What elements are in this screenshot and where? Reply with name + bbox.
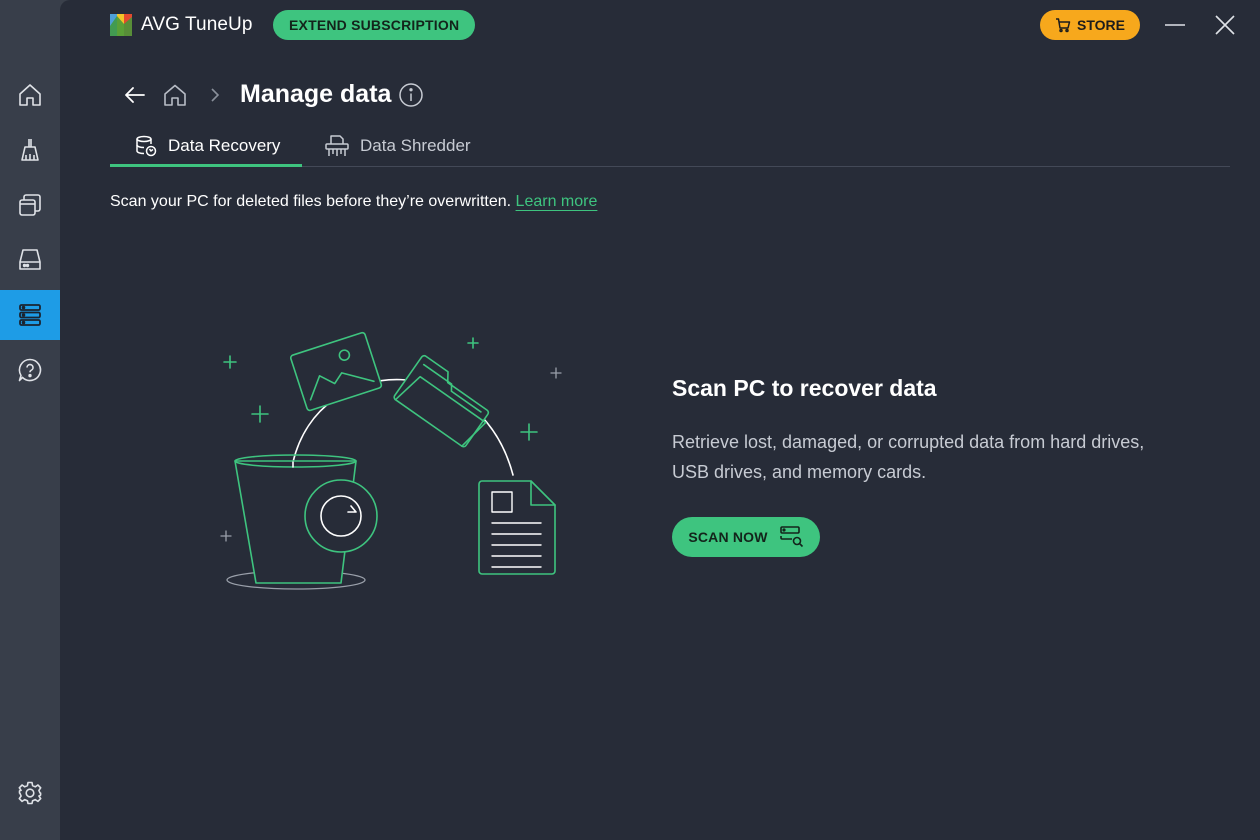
tab-label: Data Recovery [168,136,281,155]
sidebar-item-help[interactable] [0,345,60,395]
learn-more-link[interactable]: Learn more [516,193,598,210]
sidebar-item-home[interactable] [0,70,60,120]
app-title: AVG TuneUp [141,14,253,35]
database-icon [19,304,41,326]
main-panel: AVG TuneUp EXTEND SUBSCRIPTION STORE Man… [60,0,1260,840]
description: Scan your PC for deleted files before th… [110,193,597,211]
tab-data-shredder[interactable]: Data Shredder [324,124,471,168]
cta-heading: Scan PC to recover data [672,375,937,401]
windows-stack-icon [19,194,41,216]
shredder-icon [325,135,349,156]
scan-now-label: SCAN NOW [688,529,768,545]
description-text: Scan your PC for deleted files before th… [110,193,512,210]
sidebar [0,0,60,840]
data-recovery-illustration [220,331,562,590]
minimize-icon[interactable] [1162,12,1188,38]
tab-data-recovery[interactable]: Data Recovery [134,124,280,168]
sidebar-item-settings[interactable] [0,768,60,818]
cart-icon [1056,18,1071,33]
drive-icon [19,249,41,270]
scan-now-button[interactable]: SCAN NOW [672,517,820,557]
tab-label: Data Shredder [360,136,471,155]
sidebar-item-apps[interactable] [0,180,60,230]
store-label: STORE [1077,17,1125,33]
avg-logo [110,14,132,36]
home-icon[interactable] [162,82,188,108]
cta-description: Retrieve lost, damaged, or corrupted dat… [672,432,1145,482]
title-bar: AVG TuneUp EXTEND SUBSCRIPTION STORE [60,0,1260,50]
tab-bar: Data Recovery Data Shredder [110,124,1230,168]
page-title: Manage data [240,80,392,108]
sidebar-item-manage-data[interactable] [0,290,60,340]
active-tab-indicator [110,164,302,167]
gear-icon [18,781,42,805]
sidebar-item-cleanup[interactable] [0,125,60,175]
sidebar-item-drives[interactable] [0,235,60,285]
scan-drive-icon [779,526,803,548]
info-icon[interactable] [398,82,424,108]
store-button[interactable]: STORE [1040,10,1140,40]
close-icon[interactable] [1212,12,1238,38]
chevron-right-icon [211,88,220,102]
help-icon [18,358,42,382]
broom-icon [21,139,39,161]
back-arrow-icon[interactable] [122,82,148,108]
home-icon [19,84,41,106]
data-recovery-icon [136,135,157,157]
extend-subscription-button[interactable]: EXTEND SUBSCRIPTION [273,10,476,40]
